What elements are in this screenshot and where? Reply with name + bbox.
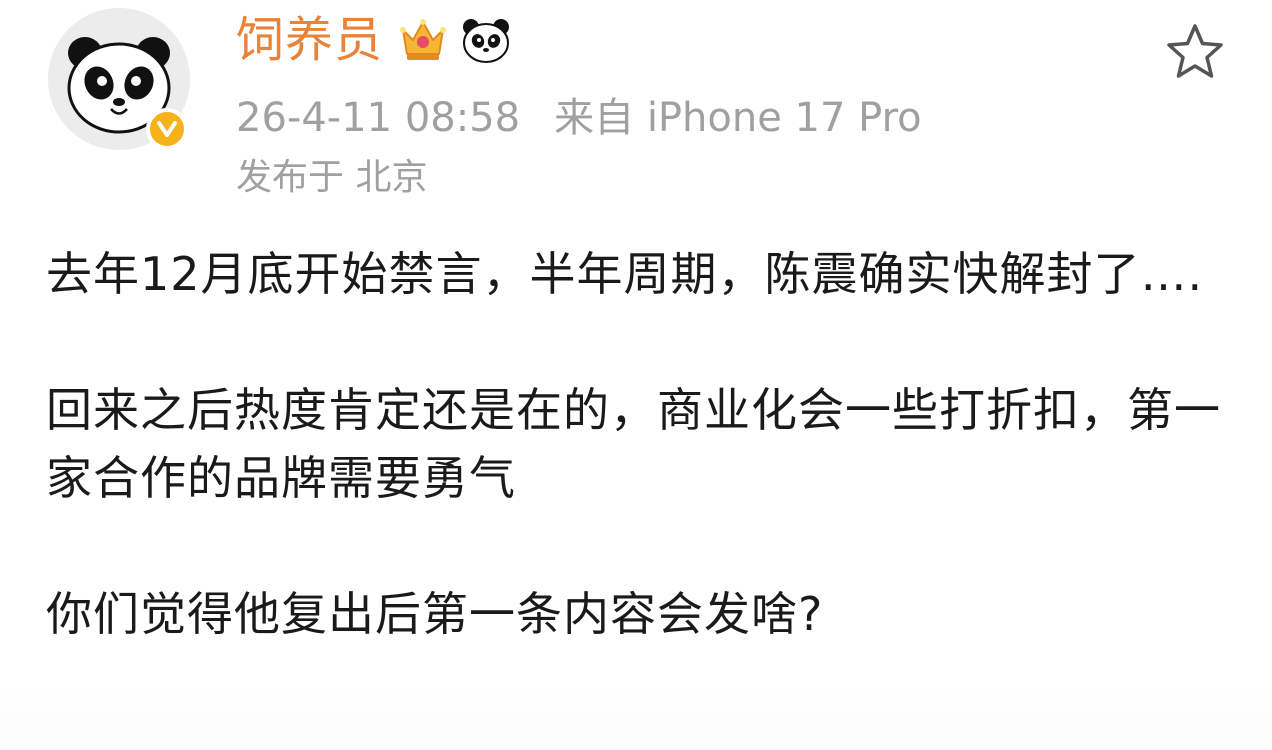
post-content: 去年12月底开始禁言，半年周期，陈震确实快解封了…. 回来之后热度肯定还是在的，… <box>46 240 1236 716</box>
post-paragraph-3: 你们觉得他复出后第一条内容会发啥? <box>46 587 824 641</box>
post-paragraph-1: 去年12月底开始禁言，半年周期，陈震确实快解封了…. <box>46 247 1204 301</box>
username[interactable]: 饲养员 <box>236 8 383 72</box>
verified-v-icon <box>146 108 188 150</box>
avatar-container[interactable] <box>48 8 190 150</box>
crown-icon[interactable] <box>397 14 449 66</box>
post-meta: 26-4-11 08:58 来自 iPhone 17 Pro <box>236 92 922 144</box>
star-icon[interactable] <box>1164 22 1226 82</box>
post-paragraph-2: 回来之后热度肯定还是在的，商业化会一些打折扣，第一家合作的品牌需要勇气 <box>46 383 1221 505</box>
username-row: 饲养员 <box>236 8 513 72</box>
post-location: 发布于 北京 <box>236 157 428 198</box>
post-timestamp: 26-4-11 08:58 <box>236 95 521 141</box>
weibo-post: 饲养员 26-4-11 08:58 来自 iPhone 17 Pro 发布于 北… <box>0 0 1272 750</box>
panda-badge-icon[interactable] <box>459 15 513 65</box>
post-source: 来自 iPhone 17 Pro <box>554 95 922 141</box>
